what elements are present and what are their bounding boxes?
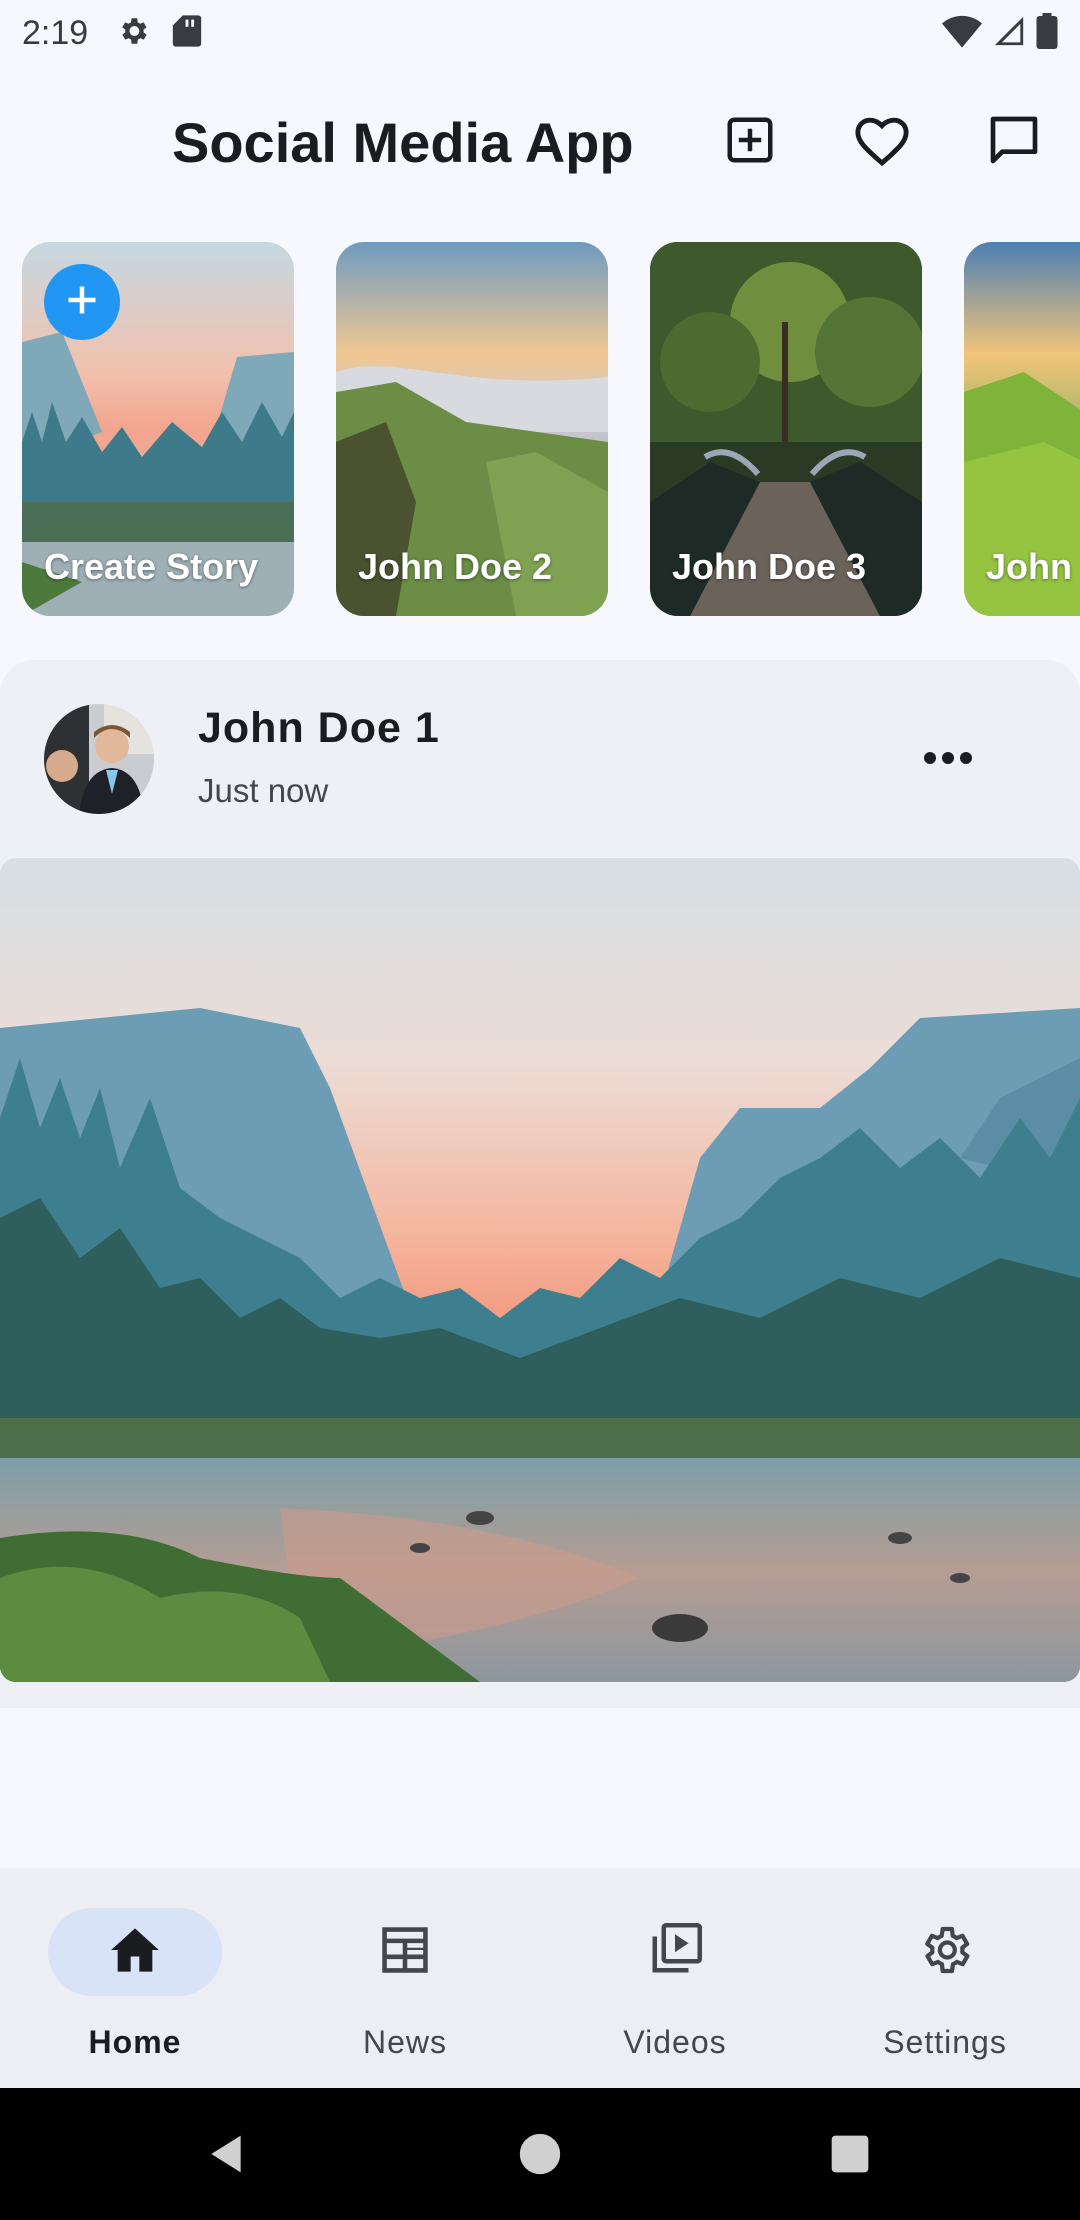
nav-indicator — [318, 1908, 492, 1996]
nav-indicator — [588, 1908, 762, 1996]
story-item[interactable]: John Doe 4 — [964, 242, 1080, 616]
home-icon — [109, 1926, 161, 1979]
stories-row: Create Story John Doe 2 John Doe 3 John — [0, 242, 1080, 616]
back-icon[interactable] — [204, 2132, 248, 2176]
more-horizontal-icon — [923, 751, 973, 770]
settings-icon — [917, 1922, 973, 1983]
nav-item-settings[interactable]: Settings — [810, 1868, 1080, 2088]
system-navigation-bar — [0, 2088, 1080, 2220]
wifi-icon — [942, 14, 982, 53]
nav-item-news[interactable]: News — [270, 1868, 540, 2088]
recents-icon[interactable] — [828, 2132, 872, 2176]
post-header: John Doe 1 Just now — [0, 660, 1080, 860]
add-icon — [64, 282, 100, 323]
nav-label: News — [362, 2024, 447, 2060]
status-bar: 2:19 — [0, 0, 1080, 66]
add-box-icon — [723, 113, 777, 172]
post-photo — [0, 858, 1080, 1682]
app-bar: Social Media App — [0, 80, 1080, 204]
post-image[interactable] — [0, 858, 1080, 1682]
post-card: John Doe 1 Just now — [0, 660, 1080, 1708]
create-post-button[interactable] — [720, 112, 780, 172]
story-label: John Doe 3 — [672, 546, 867, 587]
news-icon — [377, 1925, 433, 1980]
post-time: Just now — [198, 772, 329, 809]
post-author[interactable]: John Doe 1 — [198, 704, 440, 753]
heart-icon — [853, 113, 911, 172]
nav-indicator — [48, 1908, 222, 1996]
nav-label: Videos — [623, 2024, 727, 2060]
nav-label: Home — [88, 2024, 182, 2060]
sd-card-icon — [172, 14, 202, 53]
avatar-image — [44, 704, 154, 814]
story-label: Create Story — [44, 546, 259, 587]
status-time: 2:19 — [22, 13, 89, 52]
story-item[interactable]: John Doe 3 — [650, 242, 922, 616]
story-label: John Doe 2 — [358, 546, 553, 587]
chat-icon — [986, 112, 1042, 173]
cellular-icon — [992, 14, 1026, 53]
story-item[interactable]: John Doe 2 — [336, 242, 608, 616]
bottom-navigation: Home News Videos Settings — [0, 1868, 1080, 2088]
page-title: Social Media App — [172, 110, 634, 174]
nav-item-videos[interactable]: Videos — [540, 1868, 810, 2088]
avatar[interactable] — [44, 704, 154, 814]
home-circle-icon[interactable] — [518, 2132, 562, 2176]
favorites-button[interactable] — [852, 112, 912, 172]
video-library-icon — [648, 1922, 702, 1982]
nav-indicator — [858, 1908, 1032, 1996]
battery-icon — [1036, 12, 1058, 54]
story-label: John Doe 4 — [986, 546, 1080, 587]
story-create[interactable]: Create Story — [22, 242, 294, 616]
create-story-button[interactable] — [44, 264, 120, 340]
messages-button[interactable] — [984, 112, 1044, 172]
nav-label: Settings — [883, 2024, 1007, 2060]
settings-icon — [116, 14, 150, 53]
post-options-button[interactable] — [918, 740, 978, 780]
nav-item-home[interactable]: Home — [0, 1868, 270, 2088]
